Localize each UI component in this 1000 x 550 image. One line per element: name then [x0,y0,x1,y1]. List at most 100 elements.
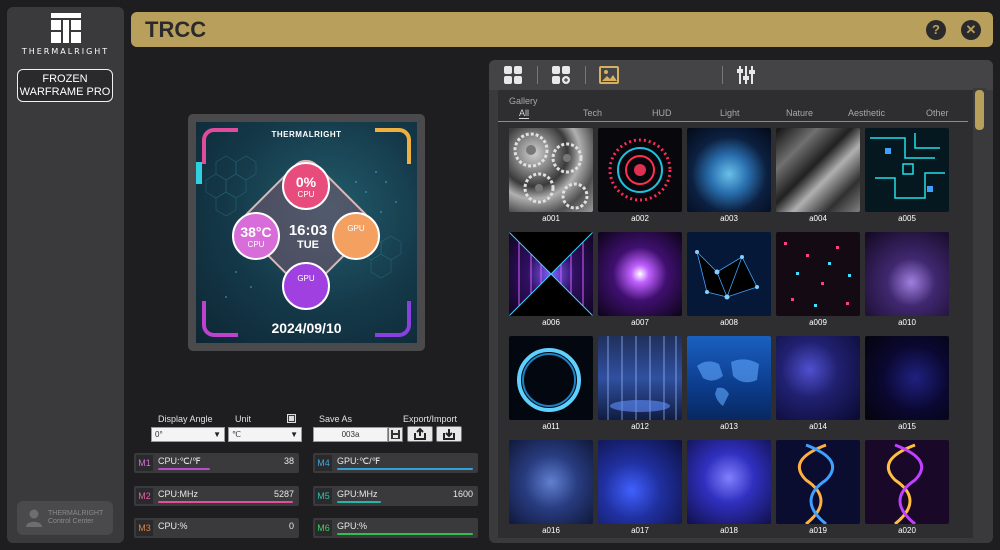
toolbar-divider [585,66,586,84]
theme-label: a001 [542,214,560,223]
hud-rings-image [608,138,672,202]
theme-label: a002 [631,214,649,223]
theme-tile-a009[interactable] [776,232,860,316]
theme-tile-a014[interactable] [776,336,860,420]
theme-label: a013 [720,422,738,431]
metric-name: CPU:% [158,521,188,531]
close-icon: ✕ [965,22,977,37]
title-bar: TRCC ? ✕ [131,12,993,47]
theme-tile-a011[interactable] [509,336,593,420]
tab-all[interactable]: All [519,108,530,119]
tab-hud[interactable]: HUD [652,108,672,118]
theme-label: a003 [720,214,738,223]
sliders-icon[interactable] [736,65,756,85]
theme-tile-a007[interactable] [598,232,682,316]
gears-image [513,132,589,210]
theme-label: a016 [542,526,560,535]
scrollbar-thumb[interactable] [975,90,984,130]
theme-tile-a015[interactable] [865,336,949,420]
metric-value: 0 [288,521,294,531]
gallery-scrollbar[interactable] [973,88,986,541]
theme-tile-a017[interactable] [598,440,682,524]
grid-view-icon[interactable] [503,65,523,85]
gpu-temp-gauge: GPU [332,212,380,260]
close-button[interactable]: ✕ [961,20,981,40]
theme-tile-a002[interactable] [598,128,682,212]
theme-tile-a018[interactable] [687,440,771,524]
help-button[interactable]: ? [926,20,946,40]
tab-aesthetic[interactable]: Aesthetic [848,108,885,118]
theme-label: a007 [631,318,649,327]
tab-other[interactable]: Other [926,108,949,118]
theme-tile-a013[interactable] [687,336,771,420]
metric-row-m4[interactable]: M4 GPU:℃/℉ [313,453,478,473]
theme-label: a017 [631,526,649,535]
theme-tile-a008[interactable] [687,232,771,316]
cpu-usage-label: CPU [297,190,315,199]
metric-row-m3[interactable]: M3 CPU:% 0 [134,518,299,538]
user-icon [26,509,42,527]
theme-tile-a005[interactable] [865,128,949,212]
theme-tile-a006[interactable] [509,232,593,316]
logo-text: THERMALRIGHT [21,47,110,56]
metric-row-m6[interactable]: M6 GPU:% [313,518,478,538]
cpu-temp-gauge: 38°C CPU [232,212,280,260]
app-title: TRCC [145,17,207,42]
preview-frame: THERMALRIGHT 0% CPU 38°C CPU GPU GPU 16:… [188,114,425,351]
theme-preview[interactable]: THERMALRIGHT 0% CPU 38°C CPU GPU GPU 16:… [196,122,417,343]
theme-label: a004 [809,214,827,223]
world-map-image [697,359,759,406]
unit-checkbox[interactable] [287,414,296,423]
export-import-label: Export/Import [403,414,458,424]
save-button[interactable] [388,427,403,442]
save-as-input[interactable]: 003a [313,427,388,442]
theme-tile-a010[interactable] [865,232,949,316]
export-button[interactable] [407,426,433,442]
tab-nature[interactable]: Nature [786,108,813,118]
export-icon [414,427,426,440]
control-center-button[interactable]: THERMALRIGHT Control Center [17,501,113,535]
theme-tile-a012[interactable] [598,336,682,420]
preview-clock: 16:03 TUE [278,222,338,251]
theme-label: a005 [898,214,916,223]
help-icon: ? [932,22,940,37]
save-as-label: Save As [319,414,353,424]
unit-select[interactable]: ℃ ▼ [228,427,302,442]
preview-brand: THERMALRIGHT [271,130,342,139]
display-angle-value: 0° [155,430,163,439]
metric-name: GPU:℃/℉ [337,456,381,466]
theme-tile-a001[interactable] [509,128,593,212]
device-button-line1: FROZEN [42,73,88,85]
metric-row-m5[interactable]: M5 GPU:MHz 1600 [313,486,478,506]
data-stream-image [607,336,677,420]
cpu-usage-gauge: 0% CPU [282,162,330,210]
theme-tile-a003[interactable] [687,128,771,212]
cloud-themes-icon[interactable] [551,65,571,85]
theme-label: a009 [809,318,827,327]
metric-bar [337,468,473,470]
metric-bar [337,533,473,535]
tab-light[interactable]: Light [720,108,740,118]
import-button[interactable] [436,426,462,442]
metric-name: GPU:% [337,521,368,531]
device-button[interactable]: FROZEN WARFRAME PRO [17,69,113,102]
preview-day: TUE [297,239,319,251]
edge-accent [196,162,202,184]
metric-row-m1[interactable]: M1 CPU:℃/℉ 38 [134,453,299,473]
tab-tech[interactable]: Tech [583,108,602,118]
metric-row-m2[interactable]: M2 CPU:MHz 5287 [134,486,299,506]
theme-tile-a004[interactable] [776,128,860,212]
toolbar-divider [722,66,723,84]
theme-label: a014 [809,422,827,431]
theme-tile-a020[interactable] [865,440,949,524]
device-button-line2: WARFRAME PRO [19,86,111,98]
image-gallery-icon[interactable] [599,65,619,85]
gpu-usage-gauge: GPU [282,262,330,310]
theme-label: a019 [809,526,827,535]
theme-tile-a016[interactable] [509,440,593,524]
gpu-usage-label: GPU [297,274,315,283]
category-tabs: All Tech HUD Light Nature Aesthetic Othe… [498,108,968,122]
display-angle-select[interactable]: 0° ▼ [151,427,225,442]
metric-tag: M5 [315,488,332,504]
theme-tile-a019[interactable] [776,440,860,524]
